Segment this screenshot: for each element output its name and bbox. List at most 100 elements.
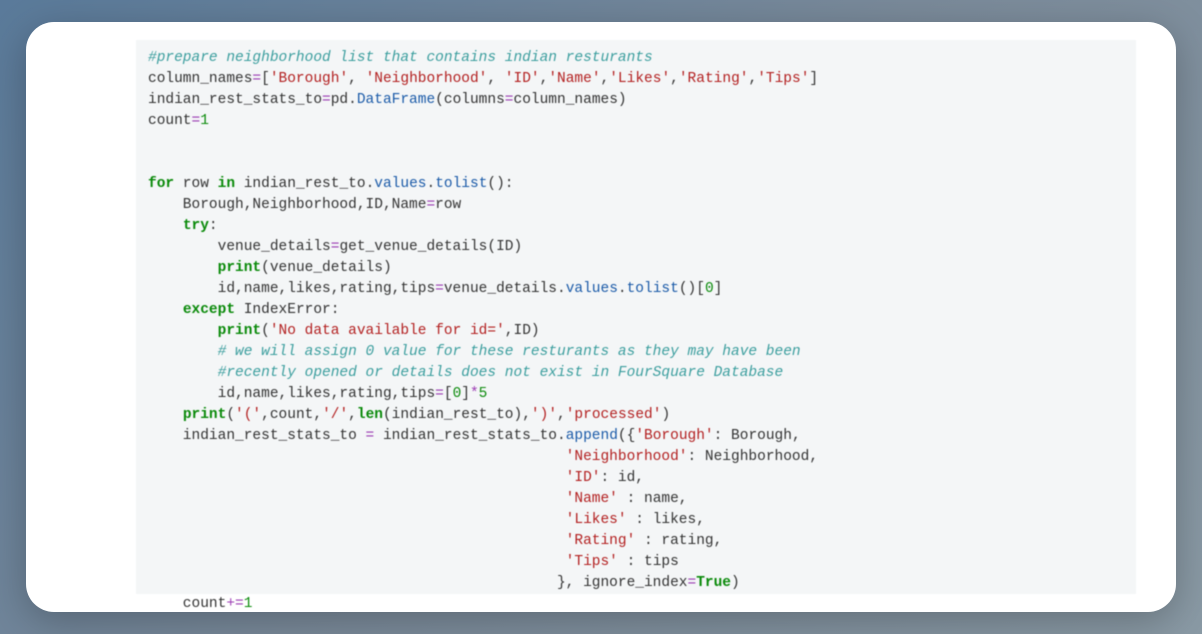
code-number: 0 xyxy=(453,386,462,402)
code-comment: # we will assign 0 value for these restu… xyxy=(148,344,801,360)
code-text: indian_rest_stats_to xyxy=(148,428,366,444)
code-text: , xyxy=(487,71,504,87)
code-text: count xyxy=(148,596,226,612)
code-text: ) xyxy=(731,575,740,591)
code-text: Borough,Neighborhood,ID,Name xyxy=(148,197,426,213)
code-number: 1 xyxy=(244,596,253,612)
code-string: 'Name' xyxy=(548,71,600,87)
code-op: = xyxy=(435,281,444,297)
code-builtin: len xyxy=(357,407,383,423)
code-method: append xyxy=(566,428,618,444)
code-string: ')' xyxy=(531,407,557,423)
code-string: 'Borough' xyxy=(635,428,713,444)
code-text: . xyxy=(348,92,357,108)
code-keyword: in xyxy=(218,176,235,192)
code-string: 'processed' xyxy=(566,407,662,423)
code-text: (columns xyxy=(435,92,505,108)
python-code-block: #prepare neighborhood list that contains… xyxy=(136,40,1136,594)
code-text: [ xyxy=(444,386,453,402)
code-text: column_names) xyxy=(514,92,627,108)
code-op: = xyxy=(252,71,261,87)
code-string: 'Rating' xyxy=(679,71,749,87)
code-text: , xyxy=(601,71,610,87)
code-text: (venue_details) xyxy=(261,260,392,276)
code-text: get_venue_details(ID) xyxy=(339,239,522,255)
code-keyword: for xyxy=(148,176,174,192)
code-text: : id, xyxy=(600,470,644,486)
code-text: indian_rest_stats_to xyxy=(148,92,322,108)
code-op: = xyxy=(192,113,201,129)
code-op: = xyxy=(688,575,697,591)
code-text xyxy=(148,491,566,507)
code-text: : rating, xyxy=(635,533,722,549)
code-attr: values xyxy=(566,281,618,297)
code-text: id,name,likes,rating,tips xyxy=(148,281,435,297)
code-text: , xyxy=(748,71,757,87)
code-text: . xyxy=(426,176,435,192)
code-text xyxy=(148,512,566,528)
code-method: tolist xyxy=(435,176,487,192)
code-text: . xyxy=(557,428,566,444)
code-text: ()[ xyxy=(679,281,705,297)
code-string: 'Tips' xyxy=(757,71,809,87)
code-text: . xyxy=(618,281,627,297)
code-function: DataFrame xyxy=(357,92,435,108)
code-text xyxy=(148,323,218,339)
code-comment: #prepare neighborhood list that contains… xyxy=(148,50,653,66)
code-text: IndexError: xyxy=(235,302,339,318)
code-text: ) xyxy=(661,407,670,423)
code-text: , xyxy=(557,407,566,423)
code-text: , xyxy=(540,71,549,87)
code-text: : name, xyxy=(618,491,688,507)
code-text xyxy=(148,449,566,465)
code-string: 'ID' xyxy=(566,470,601,486)
code-text: ] xyxy=(809,71,818,87)
code-op: += xyxy=(226,596,243,612)
code-text xyxy=(148,260,218,276)
code-number: 0 xyxy=(705,281,714,297)
code-text: , xyxy=(348,407,357,423)
code-comment: #recently opened or details does not exi… xyxy=(148,365,783,381)
code-text: ,ID) xyxy=(505,323,540,339)
code-string: 'No data available for id=' xyxy=(270,323,505,339)
code-builtin: print xyxy=(218,323,262,339)
code-text xyxy=(148,407,183,423)
code-text: . xyxy=(557,281,566,297)
code-op: = xyxy=(505,92,514,108)
code-string: 'Borough' xyxy=(270,71,348,87)
code-keyword: except xyxy=(183,302,235,318)
code-text: row xyxy=(174,176,218,192)
code-text xyxy=(148,470,566,486)
code-string: 'Neighborhood' xyxy=(366,71,488,87)
code-keyword: try xyxy=(183,218,209,234)
code-op: * xyxy=(470,386,479,402)
code-text: row xyxy=(435,197,461,213)
code-text: , xyxy=(670,71,679,87)
code-text: indian_rest_to xyxy=(235,176,366,192)
code-text xyxy=(148,218,183,234)
code-text: (indian_rest_to), xyxy=(383,407,531,423)
code-text: ({ xyxy=(618,428,635,444)
code-string: '/' xyxy=(322,407,348,423)
code-text: . xyxy=(366,176,375,192)
code-text xyxy=(148,302,183,318)
code-text: id,name,likes,rating,tips xyxy=(148,386,435,402)
code-text xyxy=(148,533,566,549)
code-text: column_names xyxy=(148,71,252,87)
code-op: = xyxy=(322,92,331,108)
code-string: 'Tips' xyxy=(566,554,618,570)
code-text: pd xyxy=(331,92,348,108)
code-text: ( xyxy=(226,407,235,423)
code-number: 5 xyxy=(479,386,488,402)
code-text: ] xyxy=(714,281,723,297)
code-text: : xyxy=(209,218,218,234)
code-text: venue_details xyxy=(148,239,331,255)
code-string: 'Neighborhood' xyxy=(566,449,688,465)
code-string: 'Name' xyxy=(566,491,618,507)
code-card: #prepare neighborhood list that contains… xyxy=(26,22,1176,612)
code-string: 'ID' xyxy=(505,71,540,87)
code-text: [ xyxy=(261,71,270,87)
code-text: : Borough, xyxy=(714,428,801,444)
code-number: 1 xyxy=(200,113,209,129)
code-string: '(' xyxy=(235,407,261,423)
